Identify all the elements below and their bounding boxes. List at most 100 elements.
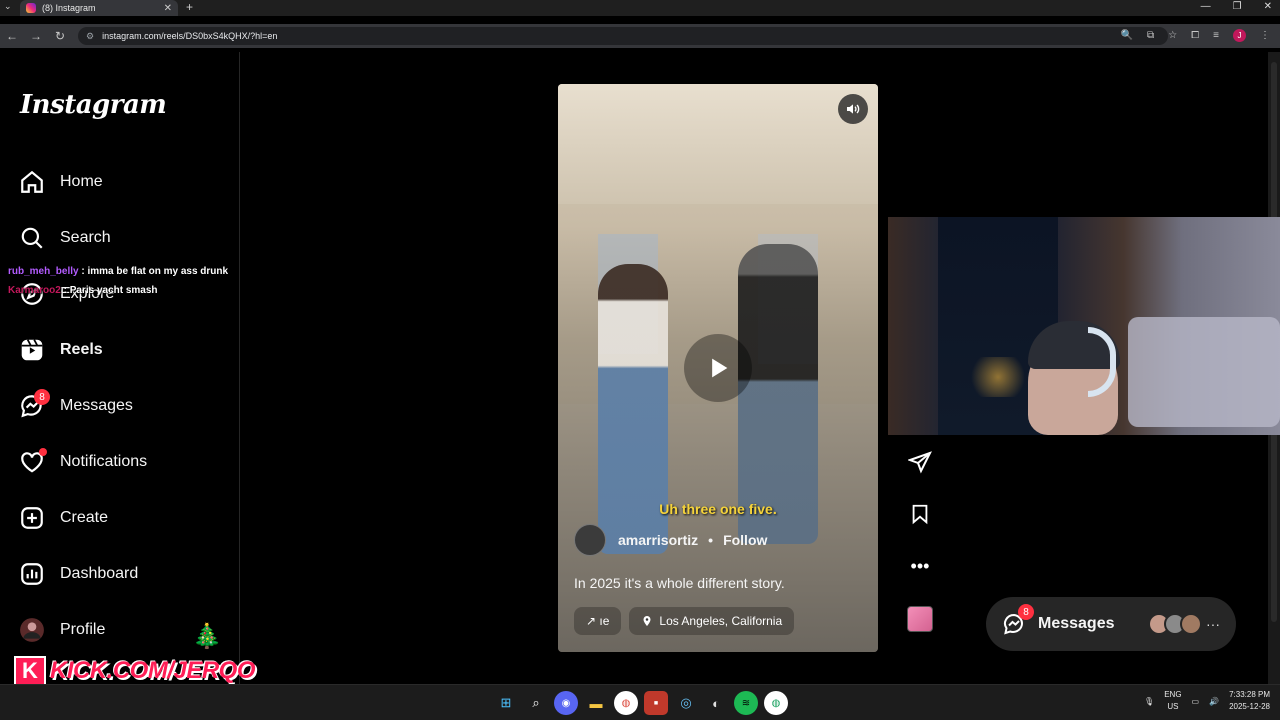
toolbar-icons: 🔍 ⧉ ☆ ⧠ ≡ J ⋮ [1121, 29, 1270, 42]
play-icon [712, 358, 728, 378]
play-button[interactable] [684, 334, 752, 402]
follow-button[interactable]: Follow [723, 532, 767, 548]
site-info-icon[interactable]: ⚙ [86, 31, 94, 42]
clock[interactable]: 7:33:28 PM 2025-12-28 [1229, 689, 1270, 713]
zoom-icon[interactable]: 🔍 [1121, 30, 1133, 41]
more-options-icon[interactable]: ••• [906, 552, 934, 580]
messages-floating-button[interactable]: 8 Messages ··· [986, 597, 1236, 651]
profile-avatar[interactable]: J [1233, 29, 1246, 42]
reel-video[interactable]: Uh three one five. amarrisortiz • Follow… [558, 84, 878, 652]
sidebar-item-label: Profile [60, 621, 106, 638]
sidebar-item-profile[interactable]: Profile [18, 610, 105, 650]
christmas-tree-icon: 🎄 [192, 623, 222, 650]
menu-icon[interactable]: ⋮ [1260, 30, 1270, 41]
tab-title: (8) Instagram [42, 3, 96, 13]
chrome-icon[interactable]: ◍ [614, 691, 638, 715]
sidebar-item-home[interactable]: Home [18, 162, 103, 202]
steam-icon[interactable]: ◎ [674, 691, 698, 715]
install-icon[interactable]: ⧉ [1147, 30, 1154, 41]
minimize-button[interactable]: — [1201, 1, 1211, 12]
back-button[interactable]: ← [0, 29, 24, 43]
close-window-button[interactable]: ✕ [1264, 1, 1272, 12]
video-scene-ceiling [558, 84, 878, 204]
sidebar-item-label: Home [60, 173, 103, 190]
reels-icon [18, 336, 46, 364]
share-icon[interactable] [906, 448, 934, 476]
location-pin-icon [643, 616, 651, 626]
browser-toolbar: ← → ↻ ⚙ instagram.com/reels/DS0bxS4kQHX/… [0, 24, 1280, 48]
sidebar-item-dashboard[interactable]: Dashboard [18, 554, 138, 594]
system-tray: 🎙 ENG US ▭ 🔊 7:33:28 PM 2025-12-28 [1144, 689, 1270, 713]
new-tab-button[interactable]: + [186, 0, 193, 14]
search-icon [18, 224, 46, 252]
chat-line: Karmaroo2 : Paris yacht smash [8, 281, 228, 300]
instagram-logo[interactable]: Instagram [20, 90, 167, 120]
messages-badge: 8 [34, 389, 50, 405]
avatar [1180, 613, 1202, 635]
audio-thumbnail[interactable] [907, 606, 933, 632]
sidebar-item-label: Create [60, 509, 109, 526]
audio-pill[interactable]: ↗ ıe [574, 607, 622, 635]
forward-button[interactable]: → [24, 29, 48, 43]
windows-start-icon[interactable]: ⊞ [494, 691, 518, 715]
discord-icon[interactable]: ◉ [554, 691, 578, 715]
chat-line: rub_meh_belly : imma be flat on my ass d… [8, 262, 228, 281]
recent-contacts: ··· [1148, 613, 1220, 635]
tab-search-icon[interactable]: ⌄ [4, 1, 12, 12]
location-label: Los Angeles, California [659, 614, 783, 628]
reel-author-row: amarrisortiz • Follow [574, 524, 767, 556]
browser-tab[interactable]: (8) Instagram ✕ [20, 0, 178, 16]
browser-tab-bar: ⌄ (8) Instagram ✕ + — ❐ ✕ [0, 0, 1280, 16]
volume-icon[interactable]: 🔊 [1209, 697, 1219, 706]
address-bar[interactable]: ⚙ instagram.com/reels/DS0bxS4kQHX/?hl=en [78, 27, 1168, 45]
separator-dot: • [708, 532, 714, 548]
taskbar: ⊞ ⌕ ◉ ▬ ◍ ■ ◎ ◐ ≋ ◍ 🎙 ENG US ▭ 🔊 7:33:28 … [0, 684, 1280, 720]
reel-description[interactable]: In 2025 it's a whole different story. [574, 575, 785, 591]
app-icon[interactable]: ■ [644, 691, 668, 715]
maximize-button[interactable]: ❐ [1233, 1, 1242, 12]
language-indicator[interactable]: ENG US [1164, 689, 1181, 713]
instagram-favicon-icon [26, 3, 36, 13]
sidebar-item-reels[interactable]: Reels [18, 330, 103, 370]
sidebar-item-search[interactable]: Search [18, 218, 111, 258]
more-contacts-icon: ··· [1206, 616, 1220, 632]
extensions-icon[interactable]: ⧠ [1191, 30, 1199, 41]
microphone-icon[interactable]: 🎙 [1144, 697, 1154, 706]
search-icon[interactable]: ⌕ [524, 691, 548, 715]
save-bookmark-icon[interactable] [906, 500, 934, 528]
window-controls: — ❐ ✕ [1201, 1, 1272, 12]
author-username[interactable]: amarrisortiz [618, 532, 698, 548]
network-icon[interactable]: ▭ [1192, 697, 1200, 706]
sidebar: Instagram Home Search Explore Reels 8 Me… [0, 52, 240, 684]
bookmark-star-icon[interactable]: ☆ [1168, 30, 1177, 41]
chat-username: rub_meh_belly [8, 266, 79, 277]
obs-icon[interactable]: ◐ [704, 691, 728, 715]
notification-dot [39, 448, 47, 456]
location-pill[interactable]: Los Angeles, California [629, 607, 795, 635]
sidebar-item-messages[interactable]: 8 Messages [18, 386, 133, 426]
webcam-scene-couch [1128, 317, 1280, 427]
messages-label: Messages [1038, 615, 1115, 632]
reload-button[interactable]: ↻ [48, 29, 72, 43]
chrome-active-icon[interactable]: ◍ [764, 691, 788, 715]
author-avatar[interactable] [574, 524, 606, 556]
sidebar-item-label: Notifications [60, 453, 148, 470]
sidebar-item-label: Messages [60, 397, 133, 414]
avatar [18, 616, 46, 644]
sidebar-item-notifications[interactable]: Notifications [18, 442, 147, 482]
media-icon[interactable]: ≡ [1213, 30, 1219, 41]
sidebar-item-label: Search [60, 229, 111, 246]
heart-icon [18, 448, 47, 476]
mute-button[interactable] [838, 94, 868, 124]
chat-message: : imma be flat on my ass drunk [81, 266, 229, 277]
tab-close-icon[interactable]: ✕ [164, 3, 172, 14]
spotify-icon[interactable]: ≋ [734, 691, 758, 715]
stream-chat-overlay: rub_meh_belly : imma be flat on my ass d… [8, 262, 228, 300]
webcam-scene-lights [958, 357, 1038, 397]
sidebar-item-label: Reels [60, 341, 103, 358]
sidebar-item-create[interactable]: Create [18, 498, 108, 538]
messenger-icon: 8 [18, 389, 50, 420]
file-explorer-icon[interactable]: ▬ [584, 691, 608, 715]
kick-logo-icon: K [14, 656, 46, 686]
url-text: instagram.com/reels/DS0bxS4kQHX/?hl=en [102, 31, 278, 41]
